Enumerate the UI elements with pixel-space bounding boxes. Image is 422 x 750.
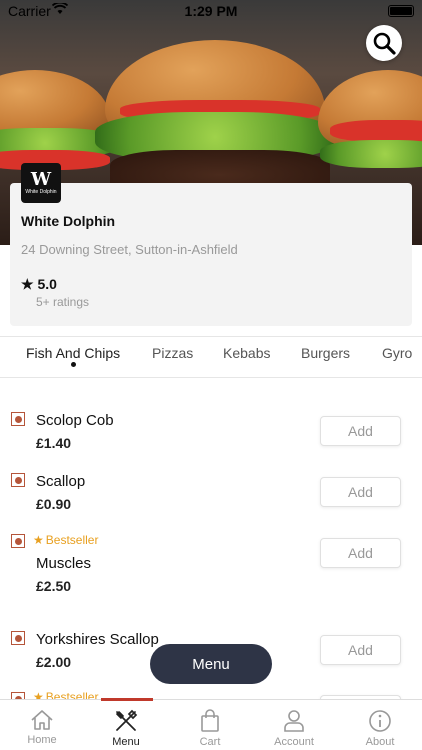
veg-indicator-icon: [11, 473, 25, 487]
tab-burgers[interactable]: Burgers: [301, 345, 350, 361]
tabbar-cart[interactable]: Cart: [168, 700, 252, 750]
search-button[interactable]: [366, 25, 402, 61]
tab-kebabs[interactable]: Kebabs: [223, 345, 270, 361]
active-tab-indicator: [71, 362, 76, 367]
add-button[interactable]: Add: [320, 635, 401, 665]
restaurant-logo: W White Dolphin: [21, 163, 61, 203]
item-price: £0.90: [36, 496, 72, 512]
restaurant-address: 24 Downing Street, Sutton-in-Ashfield: [21, 242, 238, 257]
bottom-tab-bar: Home Menu Cart Account About: [0, 698, 422, 750]
star-icon: ★: [33, 533, 44, 547]
tab-gyro[interactable]: Gyro: [382, 345, 412, 361]
item-price: £2.00: [36, 654, 72, 670]
item-name: Muscles: [36, 555, 92, 572]
ratings-count: 5+ ratings: [36, 295, 90, 309]
battery-icon: [388, 5, 414, 17]
veg-indicator-icon: [11, 631, 25, 645]
item-name: Scolop Cob: [36, 412, 114, 429]
tab-pizzas[interactable]: Pizzas: [152, 345, 193, 361]
add-button[interactable]: Add: [320, 416, 401, 446]
veg-indicator-icon: [11, 412, 25, 426]
tabbar-about[interactable]: About: [338, 700, 422, 750]
add-button[interactable]: Add: [320, 538, 401, 568]
bestseller-badge: ★ Bestseller: [33, 533, 99, 547]
category-tabs: Fish And Chips Pizzas Kebabs Burgers Gyr…: [0, 336, 422, 378]
star-icon: ★: [21, 276, 34, 292]
user-icon: [284, 710, 304, 732]
rating: ★ 5.0: [21, 276, 57, 293]
item-name: Yorkshires Scallop: [36, 631, 159, 648]
tabbar-account[interactable]: Account: [252, 700, 336, 750]
bag-icon: [201, 709, 219, 732]
veg-indicator-icon: [11, 534, 25, 548]
home-icon: [31, 710, 53, 730]
info-icon: [369, 710, 391, 732]
rating-value: 5.0: [37, 276, 57, 292]
tab-fish-and-chips[interactable]: Fish And Chips: [26, 345, 120, 361]
fork-knife-icon: [116, 709, 138, 731]
tabbar-home[interactable]: Home: [0, 700, 84, 750]
item-price: £2.50: [36, 578, 72, 594]
search-icon: [373, 32, 396, 55]
status-time: 1:29 PM: [184, 3, 238, 19]
add-button[interactable]: Add: [320, 477, 401, 507]
restaurant-name: White Dolphin: [21, 213, 116, 229]
tabbar-menu[interactable]: Menu: [84, 700, 168, 750]
item-price: £1.40: [36, 435, 72, 451]
status-bar: Carrier 1:29 PM: [0, 0, 422, 22]
item-name: Scallop: [36, 473, 86, 490]
floating-menu-button[interactable]: Menu: [150, 644, 272, 684]
